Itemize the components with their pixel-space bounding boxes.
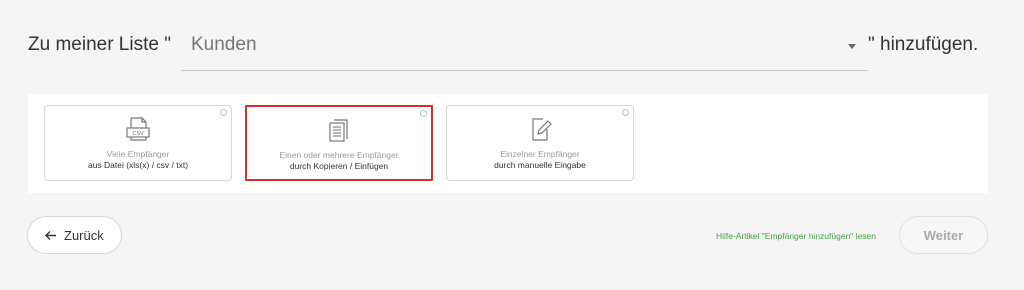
help-article-link[interactable]: Hilfe-Artikel "Empfänger hinzufügen" les… <box>716 231 876 241</box>
add-recipients-heading: Zu meiner Liste " Kunden " hinzufügen. <box>28 30 992 74</box>
import-options-panel: CSV Viele Empfänger aus Datei (xls(x) / … <box>28 94 988 193</box>
option-line1: Einzelner Empfänger <box>500 149 580 159</box>
next-button[interactable]: Weiter <box>899 216 988 254</box>
option-radio[interactable] <box>420 110 427 117</box>
list-select-dropdown[interactable]: Kunden <box>181 30 868 71</box>
option-card-copy-paste[interactable]: Einen oder mehrere Empfänger durch Kopie… <box>245 105 433 181</box>
option-radio[interactable] <box>622 109 629 116</box>
edit-document-icon <box>532 118 552 141</box>
document-list-icon <box>329 119 348 142</box>
option-line2: aus Datei (xls(x) / csv / txt) <box>87 160 189 170</box>
option-line2: durch Kopieren / Einfügen <box>289 161 389 171</box>
csv-file-icon: CSV <box>126 117 150 141</box>
heading-prefix: Zu meiner Liste " <box>28 34 171 55</box>
next-button-label: Weiter <box>923 228 964 243</box>
option-card-file-import[interactable]: CSV Viele Empfänger aus Datei (xls(x) / … <box>44 105 232 181</box>
svg-text:CSV: CSV <box>132 131 144 137</box>
option-line1: Viele Empfänger <box>106 149 170 159</box>
list-select-value: Kunden <box>191 34 257 55</box>
back-button[interactable]: Zurück <box>27 216 122 254</box>
option-radio[interactable] <box>220 109 227 116</box>
heading-suffix: " hinzufügen. <box>868 34 979 55</box>
chevron-down-icon <box>848 44 856 49</box>
option-line1: Einen oder mehrere Empfänger <box>279 150 399 160</box>
option-line2: durch manuelle Eingabe <box>494 160 586 170</box>
back-button-label: Zurück <box>64 228 104 243</box>
option-card-manual-entry[interactable]: Einzelner Empfänger durch manuelle Einga… <box>446 105 634 181</box>
arrow-left-icon <box>45 231 56 240</box>
